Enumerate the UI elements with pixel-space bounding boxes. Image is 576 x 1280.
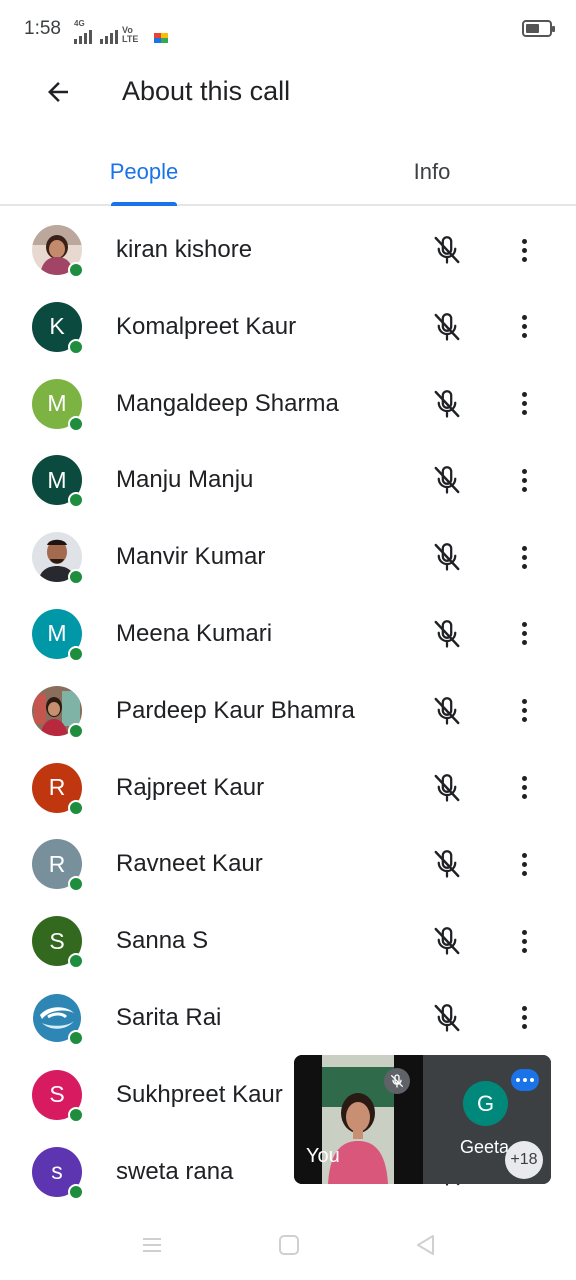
more-options-button[interactable] (508, 770, 540, 806)
mic-off-icon (429, 616, 465, 652)
online-status-dot (68, 1029, 84, 1046)
more-options-button[interactable] (508, 386, 540, 422)
participant-name: Meena Kumari (116, 619, 273, 647)
mic-off-icon (429, 386, 465, 422)
mic-off-icon (429, 539, 465, 575)
home-icon[interactable] (277, 1234, 301, 1256)
online-status-dot (68, 876, 84, 893)
online-status-dot (68, 645, 84, 662)
participant-name: Manvir Kumar (116, 543, 266, 571)
page-title: About this call (122, 76, 291, 106)
mic-off-icon (429, 309, 465, 345)
participant-row[interactable]: Manvir Kumar (0, 519, 576, 596)
online-status-dot (68, 953, 84, 970)
mic-off-icon (384, 1068, 410, 1094)
self-label: You (306, 1145, 340, 1167)
participant-row[interactable]: M Meena Kumari (0, 596, 576, 673)
participant-name: Sarita Rai (116, 1003, 222, 1031)
mic-off-icon (429, 846, 465, 882)
more-options-button[interactable] (508, 232, 540, 268)
more-options-button[interactable] (508, 846, 540, 882)
battery-fill (526, 24, 540, 33)
more-participants-badge: +18 (505, 1141, 543, 1179)
participant-row[interactable]: M Manju Manju (0, 442, 576, 519)
online-status-dot (68, 1183, 84, 1200)
call-preview-window[interactable]: You G Geeta +18 (294, 1055, 551, 1184)
participant-name: Sanna S (116, 927, 209, 955)
back-button[interactable] (38, 72, 78, 112)
participant-row[interactable]: R Rajpreet Kaur (0, 750, 576, 827)
participant-name: kiran kishore (116, 236, 253, 263)
more-options-button[interactable] (508, 462, 540, 498)
participant-row[interactable]: Sarita Rai (0, 980, 576, 1057)
more-options-button[interactable] (508, 309, 540, 345)
more-options-button[interactable] (508, 693, 540, 729)
mic-off-icon (429, 923, 465, 959)
tab-people[interactable]: People (60, 140, 228, 204)
volte-icon: Vo LTE (122, 25, 139, 44)
arrow-left-icon (48, 82, 68, 102)
participant-row[interactable]: S Sanna S (0, 903, 576, 980)
participant-row[interactable]: K Komalpreet Kaur (0, 289, 576, 366)
network-type-label: 4G (74, 19, 85, 28)
more-options-button[interactable] (508, 1000, 540, 1036)
battery-icon (522, 20, 555, 37)
participant-name: Geeta (460, 1137, 510, 1157)
mic-off-icon (429, 462, 465, 498)
meet-icon (154, 33, 168, 44)
status-bar: 1:58 4G Vo LTE (0, 0, 576, 60)
tab-indicator (111, 202, 177, 206)
back-triangle-icon[interactable] (414, 1234, 438, 1256)
online-status-dot (68, 722, 84, 739)
participant-name: Ravneet Kaur (116, 850, 263, 878)
participant-avatar: G (463, 1081, 508, 1126)
online-status-dot (68, 799, 84, 816)
signal-icon: 4G (74, 20, 92, 44)
speaking-indicator-icon (511, 1069, 539, 1091)
menu-icon[interactable] (140, 1234, 164, 1256)
app-bar: About this call (0, 60, 576, 124)
online-status-dot (68, 492, 84, 509)
online-status-dot (68, 262, 84, 278)
participant-name: Mangaldeep Sharma (116, 389, 339, 417)
participant-name: Komalpreet Kaur (116, 312, 297, 340)
mic-off-icon (429, 232, 465, 268)
online-status-dot (68, 415, 84, 432)
mic-off-icon (429, 770, 465, 806)
more-options-button[interactable] (508, 539, 540, 575)
more-options-button[interactable] (508, 616, 540, 652)
participant-name: Manju Manju (116, 466, 254, 494)
participant-name: Rajpreet Kaur (116, 773, 265, 801)
participant-name: Sukhpreet Kaur (116, 1080, 283, 1108)
participant-name: Pardeep Kaur Bhamra (116, 696, 355, 724)
online-status-dot (68, 338, 84, 355)
status-icons: 4G Vo LTE (74, 20, 168, 44)
online-status-dot (68, 1106, 84, 1123)
system-nav-bar (0, 1210, 576, 1280)
status-time: 1:58 (24, 18, 61, 39)
mic-off-icon (429, 693, 465, 729)
online-status-dot (68, 569, 84, 586)
self-video-tile[interactable]: You (294, 1055, 423, 1184)
tab-bar: People Info (0, 140, 576, 206)
mic-off-icon (429, 1000, 465, 1036)
tab-info[interactable]: Info (348, 140, 516, 204)
participant-name: sweta rana (116, 1157, 234, 1185)
participant-row[interactable]: kiran kishore (0, 212, 576, 289)
participant-row[interactable]: R Ravneet Kaur (0, 826, 576, 903)
more-options-button[interactable] (508, 923, 540, 959)
participant-row[interactable]: M Mangaldeep Sharma (0, 366, 576, 443)
participant-tile[interactable]: G Geeta +18 (423, 1055, 551, 1184)
signal-icon (100, 28, 118, 44)
participant-row[interactable]: Pardeep Kaur Bhamra (0, 673, 576, 750)
